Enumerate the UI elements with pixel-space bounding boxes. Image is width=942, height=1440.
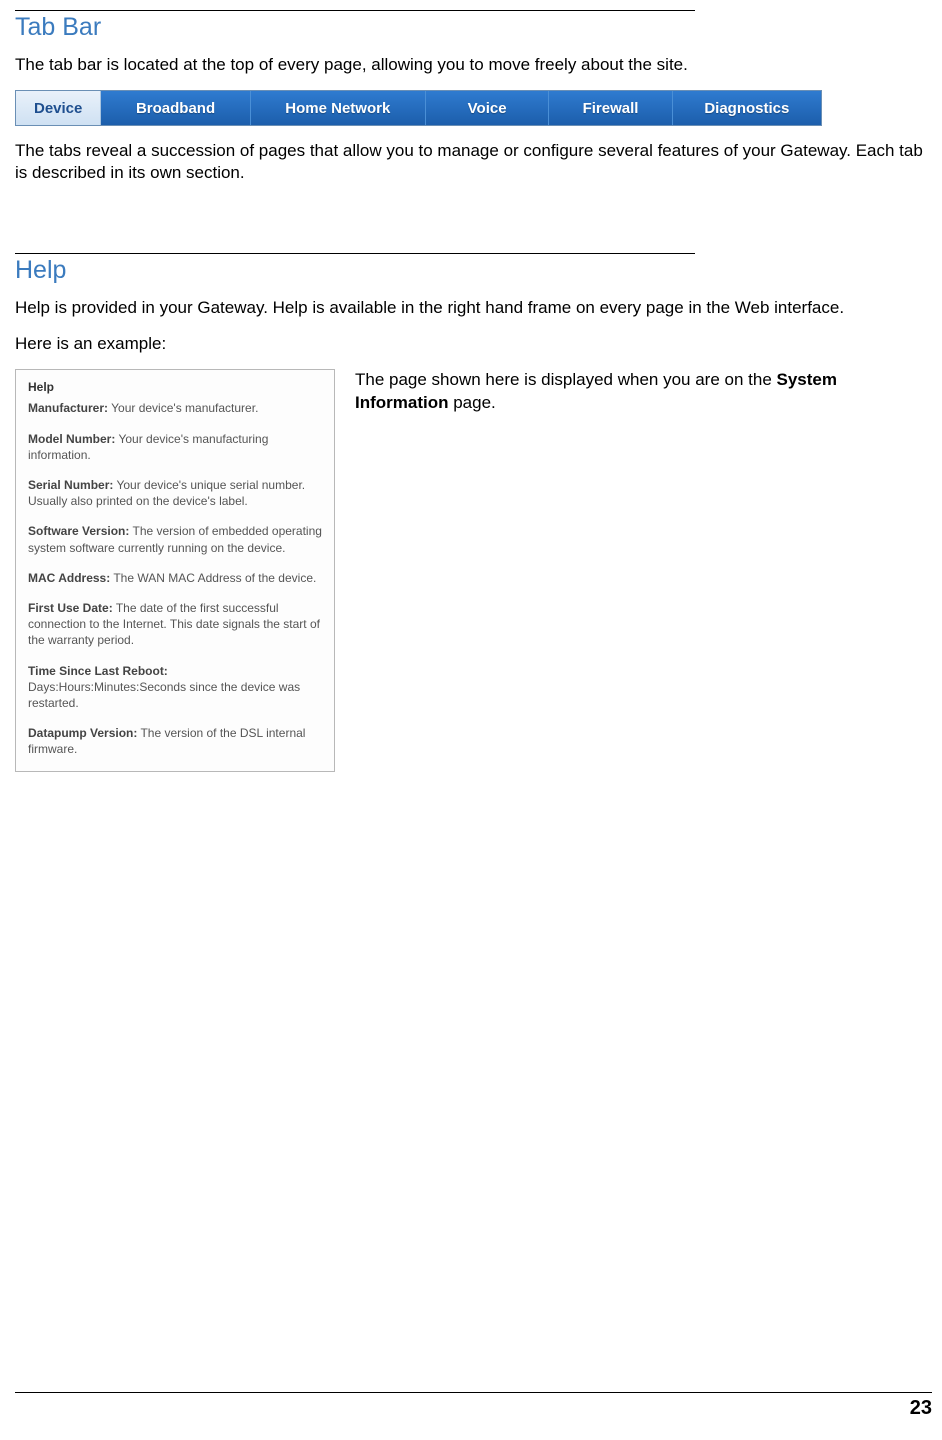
tab-bar-intro: The tab bar is located at the top of eve… [15, 54, 927, 76]
tab-bar-after: The tabs reveal a succession of pages th… [15, 140, 927, 184]
help-right-post: page. [449, 393, 496, 412]
help-item: MAC Address: The WAN MAC Address of the … [28, 570, 322, 586]
section-rule-help [15, 253, 695, 254]
tab-bar-heading: Tab Bar [15, 13, 927, 42]
help-item: Model Number: Your device's manufacturin… [28, 431, 322, 463]
help-item: Datapump Version: The version of the DSL… [28, 725, 322, 757]
help-item-term: Model Number: [28, 432, 115, 446]
help-item: Software Version: The version of embedde… [28, 523, 322, 555]
help-item-desc: Days:Hours:Minutes:Seconds since the dev… [28, 680, 300, 710]
tab-diagnostics: Diagnostics [673, 91, 821, 125]
help-item: First Use Date: The date of the first su… [28, 600, 322, 649]
help-item-term: MAC Address: [28, 571, 110, 585]
help-item-term: Serial Number: [28, 478, 113, 492]
help-panel-title: Help [28, 380, 322, 394]
footer-rule [15, 1392, 932, 1393]
section-rule [15, 10, 695, 11]
help-item-desc: The WAN MAC Address of the device. [110, 571, 316, 585]
tab-firewall: Firewall [549, 91, 672, 125]
tab-device: Device [16, 91, 101, 125]
help-item-term: Software Version: [28, 524, 129, 538]
tab-broadband: Broadband [101, 91, 250, 125]
page-number: 23 [15, 1397, 932, 1420]
help-panel-screenshot: Help Manufacturer: Your device's manufac… [15, 369, 335, 772]
help-intro: Help is provided in your Gateway. Help i… [15, 297, 927, 319]
help-item: Time Since Last Reboot: Days:Hours:Minute… [28, 663, 322, 712]
tab-home-network: Home Network [251, 91, 426, 125]
help-item: Serial Number: Your device's unique seri… [28, 477, 322, 509]
help-item-term: Manufacturer: [28, 401, 108, 415]
help-heading: Help [15, 256, 927, 285]
help-item-desc: Your device's manufacturer. [108, 401, 258, 415]
help-right-text: The page shown here is displayed when yo… [355, 369, 865, 413]
help-item: Manufacturer: Your device's manufacturer… [28, 400, 322, 416]
help-item-term: Time Since Last Reboot: [28, 664, 168, 678]
help-example-label: Here is an example: [15, 333, 927, 355]
help-item-term: Datapump Version: [28, 726, 137, 740]
help-item-term: First Use Date: [28, 601, 113, 615]
tab-bar-screenshot: Device Broadband Home Network Voice Fire… [15, 90, 822, 126]
tab-voice: Voice [426, 91, 549, 125]
help-right-pre: The page shown here is displayed when yo… [355, 370, 777, 389]
